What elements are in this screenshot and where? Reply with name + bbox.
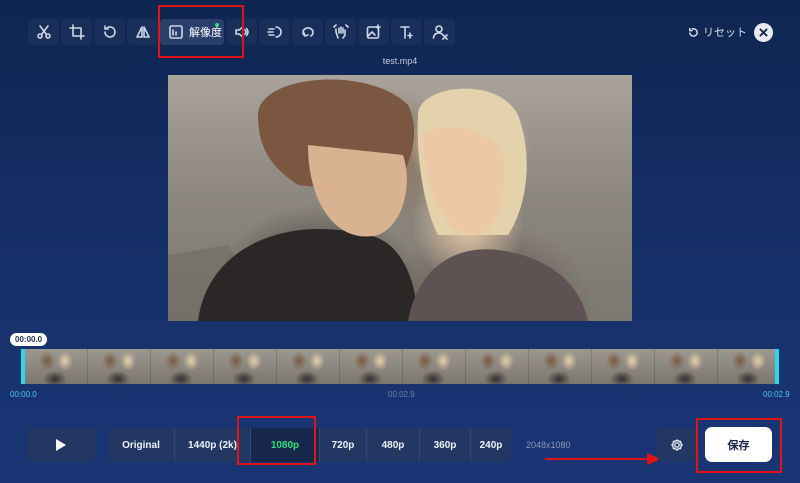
arrow-right-icon bbox=[545, 453, 661, 465]
undo-icon bbox=[689, 27, 698, 37]
timeline-thumbnail bbox=[718, 349, 775, 384]
timeline-thumbnail bbox=[529, 349, 592, 384]
speed-icon bbox=[266, 26, 282, 38]
timeline-thumbnails bbox=[25, 349, 775, 384]
timeline-thumbnail bbox=[277, 349, 340, 384]
resolution-option-720p[interactable]: 720p bbox=[320, 428, 367, 462]
remove-person-tool[interactable] bbox=[424, 19, 455, 45]
timeline-thumbnail bbox=[214, 349, 277, 384]
cut-tool[interactable] bbox=[28, 19, 59, 45]
video-frame-illustration bbox=[168, 79, 588, 321]
timeline-thumbnail bbox=[403, 349, 466, 384]
output-dimensions: 2048x1080 bbox=[526, 440, 571, 450]
timeline-mid-time: 00:02.9 bbox=[388, 390, 415, 399]
timeline-start-time: 00:00.0 bbox=[10, 390, 37, 399]
crop-icon bbox=[68, 24, 85, 40]
reset-button[interactable]: リセット bbox=[688, 24, 747, 40]
loop-icon bbox=[301, 27, 314, 37]
flip-icon bbox=[135, 26, 150, 38]
flip-tool[interactable] bbox=[127, 19, 158, 45]
timeline-thumbnail bbox=[88, 349, 151, 384]
scissors-icon bbox=[36, 25, 51, 39]
play-button[interactable] bbox=[27, 428, 95, 462]
stabilize-tool[interactable] bbox=[325, 19, 356, 45]
timeline-thumbnail bbox=[340, 349, 403, 384]
image-icon bbox=[366, 24, 381, 39]
timeline-thumbnail bbox=[466, 349, 529, 384]
video-filename: test.mp4 bbox=[382, 56, 418, 66]
text-tool[interactable] bbox=[391, 19, 422, 45]
timeline-end-time: 00:02.9 bbox=[763, 390, 790, 399]
timeline-thumbnail bbox=[151, 349, 214, 384]
resolution-option-original[interactable]: Original bbox=[108, 428, 175, 462]
timeline-thumbnail bbox=[25, 349, 88, 384]
timeline-thumbnail bbox=[592, 349, 655, 384]
settings-button[interactable] bbox=[657, 428, 696, 462]
close-button[interactable] bbox=[754, 23, 773, 42]
text-icon bbox=[399, 26, 413, 39]
close-icon bbox=[759, 28, 768, 37]
1080p-highlight-box bbox=[237, 416, 316, 465]
remove-person-icon bbox=[432, 25, 448, 40]
save-highlight-box bbox=[696, 418, 782, 473]
crop-tool[interactable] bbox=[61, 19, 92, 45]
resolution-option-480p[interactable]: 480p bbox=[367, 428, 420, 462]
stabilize-icon bbox=[332, 24, 349, 39]
resolution-option-360p[interactable]: 360p bbox=[420, 428, 471, 462]
play-icon bbox=[56, 439, 66, 451]
rotate-tool[interactable] bbox=[94, 19, 125, 45]
speed-tool[interactable] bbox=[259, 19, 290, 45]
image-tool[interactable] bbox=[358, 19, 389, 45]
gear-icon bbox=[670, 439, 683, 451]
reset-label: リセット bbox=[703, 27, 747, 39]
loop-tool[interactable] bbox=[292, 19, 323, 45]
current-time-bubble: 00:00.0 bbox=[10, 333, 48, 346]
resolution-option-240p[interactable]: 240p bbox=[471, 428, 511, 462]
video-preview[interactable] bbox=[168, 75, 632, 321]
resolution-highlight-box bbox=[158, 5, 244, 58]
timeline-strip[interactable] bbox=[21, 349, 779, 384]
rotate-icon bbox=[103, 25, 116, 38]
timeline-thumbnail bbox=[655, 349, 718, 384]
